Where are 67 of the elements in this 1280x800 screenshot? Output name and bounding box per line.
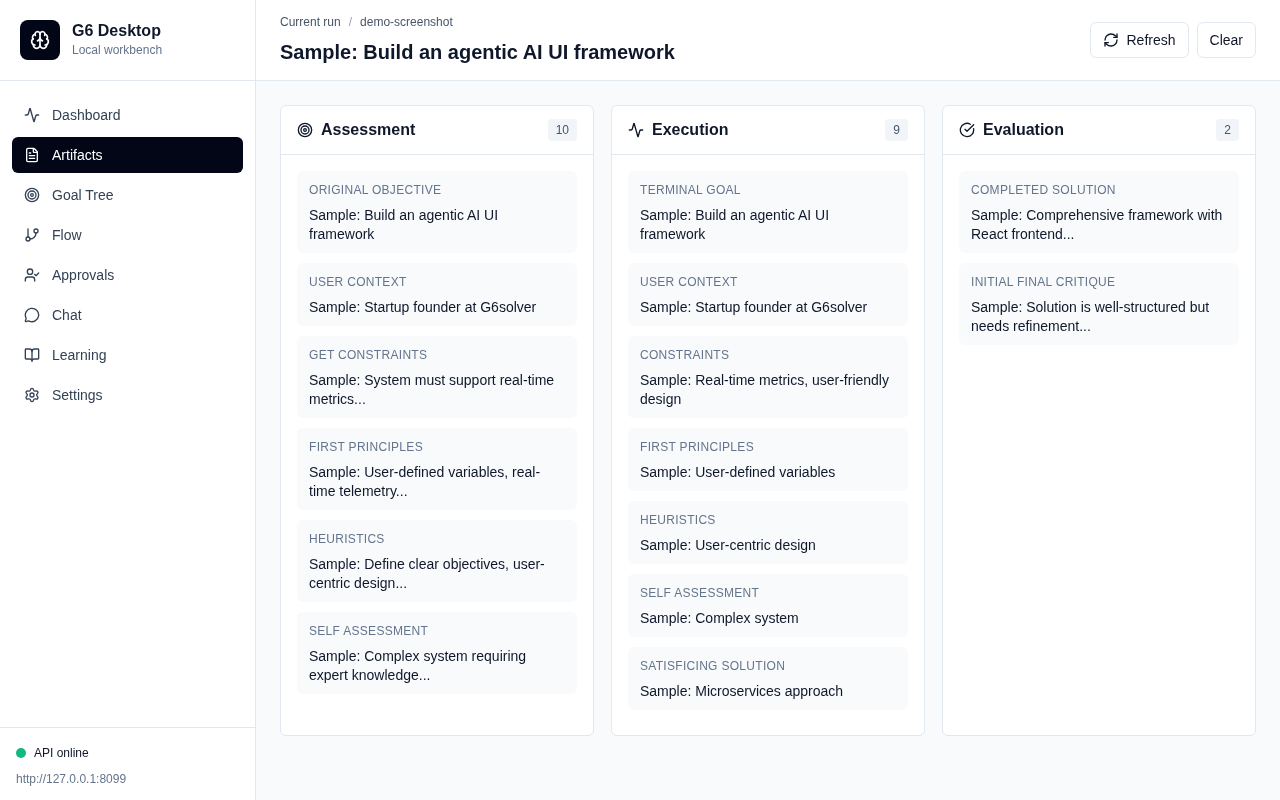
column-title: Evaluation — [983, 120, 1064, 140]
status-label: API online — [34, 745, 89, 762]
nav-item[interactable]: Settings — [12, 377, 243, 413]
count-badge: 2 — [1216, 119, 1239, 141]
activity-icon — [628, 122, 644, 138]
card-text: Sample: Build an agentic AI UI framework — [640, 206, 831, 244]
card-text: Sample: Solution is well-structured but needs refinement... — [971, 298, 1211, 336]
card-text: Sample: Build an agentic AI UI framework — [309, 206, 500, 244]
page-title: Sample: Build an agentic AI UI framework — [280, 40, 675, 65]
breadcrumb-item[interactable]: demo-screenshot — [360, 13, 453, 31]
breadcrumb-item[interactable]: Current run — [280, 13, 341, 31]
refresh-icon — [1102, 32, 1119, 48]
card-text: Sample: Startup founder at G6solver — [309, 298, 538, 317]
app-subtitle: Local workbench — [72, 42, 163, 59]
card-label: FIRST PRINCIPLES — [640, 439, 755, 456]
card-label: SATISFICING SOLUTION — [640, 658, 787, 675]
card-text: Sample: Define clear objectives, user-centric design... — [309, 555, 546, 593]
card-label: CONSTRAINTS — [640, 347, 731, 364]
activity-icon — [24, 107, 40, 123]
card-label: COMPLETED SOLUTION — [971, 182, 1117, 199]
card-label: USER CONTEXT — [640, 274, 739, 291]
app-title: G6 Desktop — [72, 21, 162, 41]
target-icon — [297, 122, 313, 138]
card-text: Sample: Complex system — [640, 609, 800, 628]
count-badge: 10 — [547, 119, 577, 141]
card-text: Sample: User-defined variables — [640, 463, 837, 482]
nav-item[interactable]: Flow — [12, 217, 243, 253]
card-text: Sample: Comprehensive framework with React frontend... — [971, 206, 1224, 244]
chat-icon — [24, 307, 40, 323]
book-icon — [24, 347, 40, 363]
nav-item[interactable]: Dashboard — [12, 97, 243, 133]
user-check-icon — [24, 267, 40, 283]
nav-item[interactable]: Goal Tree — [12, 177, 243, 213]
card-text: Sample: User-defined variables, real-time telemetry... — [309, 463, 542, 501]
target-icon — [24, 187, 40, 203]
column-title: Execution — [652, 120, 729, 140]
card-label: TERMINAL GOAL — [640, 182, 742, 199]
check-circle-icon — [959, 122, 975, 138]
branch-icon — [24, 227, 40, 243]
card-label: ORIGINAL OBJECTIVE — [309, 182, 443, 199]
count-badge: 9 — [885, 119, 908, 141]
card-label: GET CONSTRAINTS — [309, 347, 429, 364]
card-text: Sample: User-centric design — [640, 536, 817, 555]
api-url: http://127.0.0.1:8099 — [16, 771, 128, 788]
settings-icon — [24, 387, 40, 403]
card-label: SELF ASSESSMENT — [309, 623, 430, 640]
card-label: USER CONTEXT — [309, 274, 408, 291]
card-label: SELF ASSESSMENT — [640, 585, 761, 602]
card-text: Sample: Startup founder at G6solver — [640, 298, 869, 317]
card-label: HEURISTICS — [640, 512, 717, 529]
column-title: Assessment — [321, 120, 416, 140]
card-label: HEURISTICS — [309, 531, 386, 548]
card-text: Sample: Real-time metrics, user-friendly design — [640, 371, 890, 409]
card-label: FIRST PRINCIPLES — [309, 439, 424, 456]
card-text: Sample: Microservices approach — [640, 682, 845, 701]
card-text: Sample: Complex system requiring expert knowledge... — [309, 647, 528, 685]
nav-item[interactable]: Approvals — [12, 257, 243, 293]
breadcrumb-separator: / — [348, 14, 353, 31]
action-button[interactable]: Clear — [1196, 22, 1256, 58]
action-button[interactable]: Refresh — [1089, 22, 1189, 58]
card-text: Sample: System must support real-time metrics... — [309, 371, 556, 409]
nav-item[interactable]: Artifacts — [12, 137, 243, 173]
nav-item[interactable]: Chat — [12, 297, 243, 333]
brain-icon — [30, 30, 50, 50]
document-icon — [24, 147, 40, 163]
card-label: INITIAL FINAL CRITIQUE — [971, 274, 1117, 291]
nav-item[interactable]: Learning — [12, 337, 243, 373]
